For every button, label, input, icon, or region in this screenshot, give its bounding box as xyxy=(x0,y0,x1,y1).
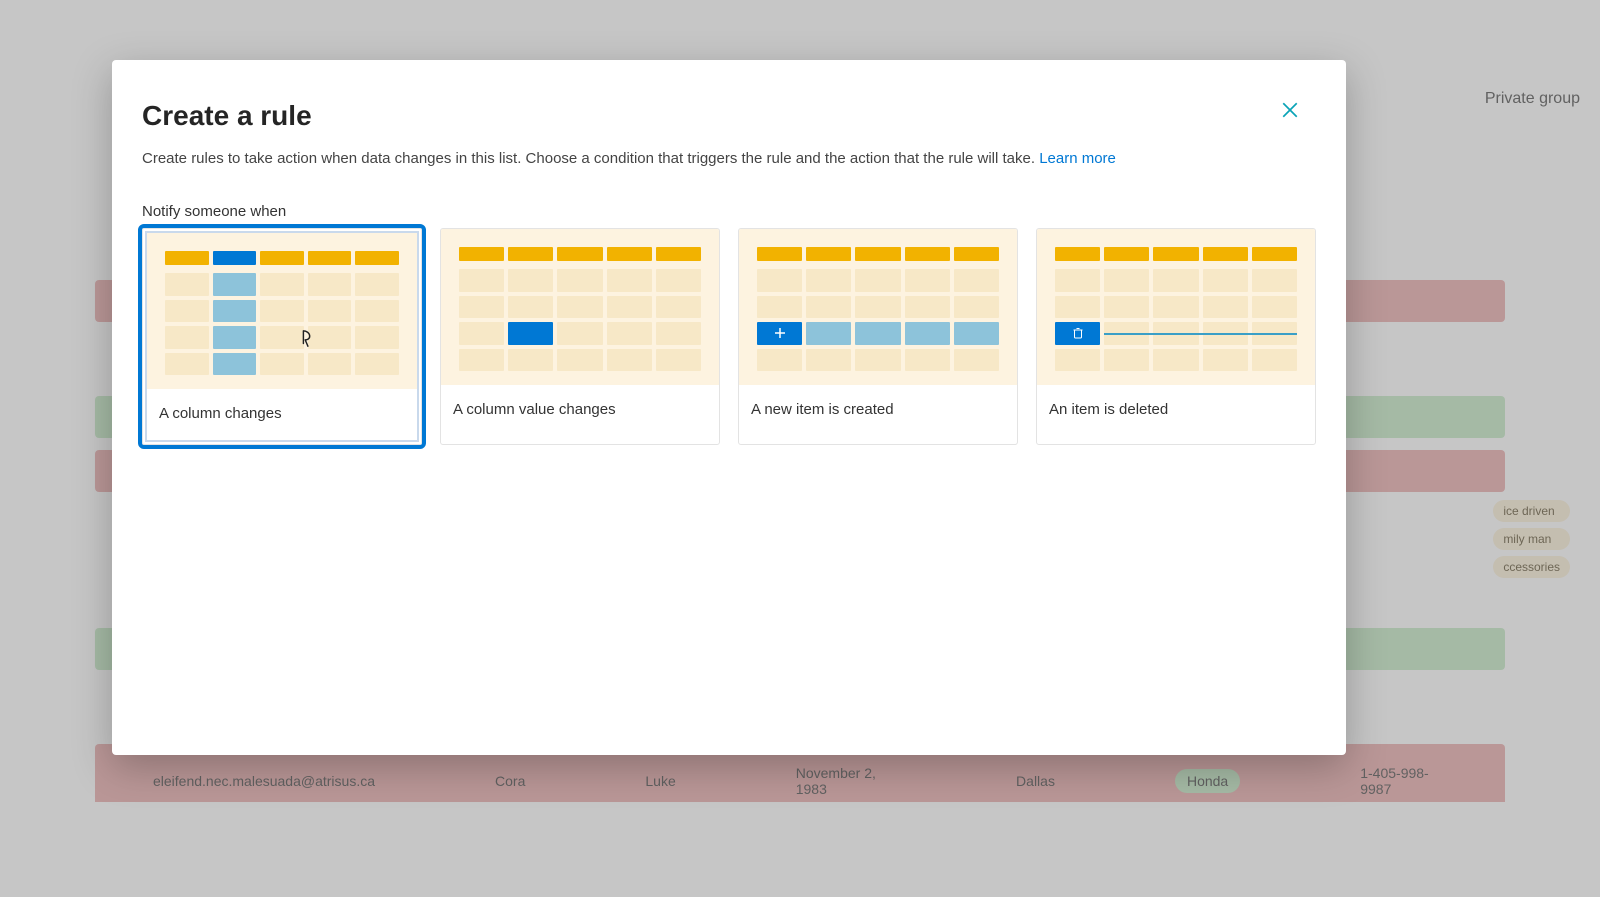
rule-card-item-deleted[interactable]: An item is deleted xyxy=(1036,228,1316,445)
card-label: An item is deleted xyxy=(1037,385,1315,436)
plus-icon xyxy=(757,322,802,345)
create-rule-dialog: Create a rule Create rules to take actio… xyxy=(112,60,1346,755)
card-label: A column changes xyxy=(147,389,417,440)
rule-card-column-changes[interactable]: A column changes xyxy=(142,228,422,445)
close-icon xyxy=(1281,101,1299,119)
delete-icon xyxy=(1055,322,1100,345)
card-illustration xyxy=(147,233,417,389)
rule-type-cards: A column changes A column value changes xyxy=(142,228,1316,445)
close-button[interactable] xyxy=(1274,94,1306,126)
dialog-title: Create a rule xyxy=(142,100,1316,132)
dialog-description-text: Create rules to take action when data ch… xyxy=(142,150,1039,167)
rule-card-item-created[interactable]: A new item is created xyxy=(738,228,1018,445)
rule-card-column-value-changes[interactable]: A column value changes xyxy=(440,228,720,445)
card-label: A column value changes xyxy=(441,385,719,436)
card-illustration xyxy=(1037,229,1315,385)
card-label: A new item is created xyxy=(739,385,1017,436)
card-illustration xyxy=(441,229,719,385)
learn-more-link[interactable]: Learn more xyxy=(1039,150,1116,167)
dialog-description: Create rules to take action when data ch… xyxy=(142,150,1316,167)
notify-section-label: Notify someone when xyxy=(142,203,1316,220)
card-illustration xyxy=(739,229,1017,385)
